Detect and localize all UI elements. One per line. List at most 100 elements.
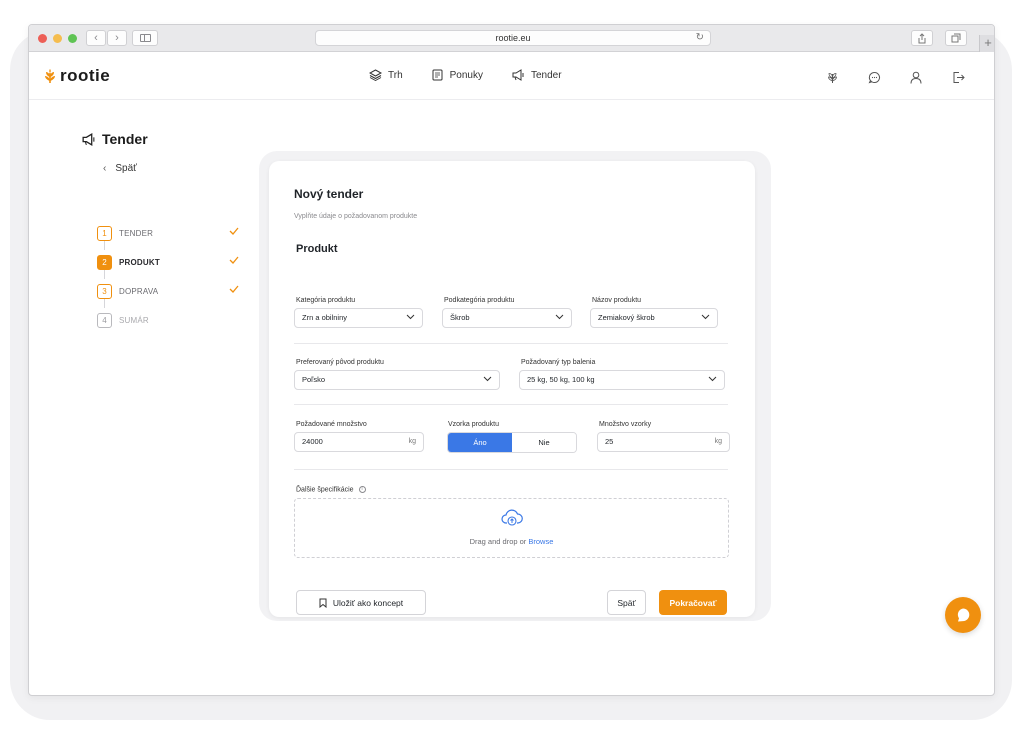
chat-widget-button[interactable] — [945, 597, 981, 633]
address-bar[interactable]: rootie.eu ↻ — [315, 30, 711, 46]
nav-label-ponuky: Ponuky — [449, 69, 483, 81]
sample-toggle: Áno Nie — [447, 432, 577, 453]
step-label: PRODUKT — [119, 258, 160, 267]
share-icon — [918, 33, 926, 44]
bookmark-icon — [319, 598, 327, 608]
divider — [294, 469, 728, 470]
document-icon — [432, 69, 443, 81]
step-number: 3 — [97, 284, 112, 299]
layers-icon — [369, 69, 382, 81]
origin-label: Preferovaný pôvod produktu — [296, 359, 384, 366]
save-draft-button[interactable]: Uložiť ako koncept — [296, 590, 426, 615]
dropzone-prompt: Drag and drop or — [469, 537, 529, 546]
category-select[interactable]: Zrn a obilniny — [294, 308, 423, 328]
chevron-down-icon — [483, 376, 492, 382]
subcategory-select[interactable]: Škrob — [442, 308, 572, 328]
quantity-unit: kg — [408, 438, 416, 445]
nav-label-trh: Trh — [388, 69, 403, 81]
checkmark-icon — [229, 256, 239, 264]
step-number: 2 — [97, 255, 112, 270]
divider — [294, 404, 728, 405]
step-number: 1 — [97, 226, 112, 241]
chevron-right-icon: › — [115, 32, 119, 44]
nav-item-ponuky[interactable]: Ponuky — [431, 69, 483, 81]
quantity-value: 24000 — [302, 437, 323, 446]
sample-quantity-unit: kg — [714, 438, 722, 445]
wheat-icon[interactable] — [824, 69, 840, 85]
stepper: 1 TENDER 2 PRODUKT 3 DOPRAVA 4 SUMÁR — [97, 219, 239, 335]
category-value: Zrn a obilniny — [302, 313, 348, 322]
category-label: Kategória produktu — [296, 297, 356, 304]
user-icon[interactable] — [908, 69, 924, 85]
header-actions — [798, 69, 966, 85]
nav-label-tender: Tender — [531, 69, 562, 81]
continue-button[interactable]: Pokračovať — [659, 590, 727, 615]
subcategory-label: Podkategória produktu — [444, 297, 515, 304]
minimize-window-button[interactable] — [53, 34, 62, 43]
step-sumar[interactable]: 4 SUMÁR — [97, 306, 239, 335]
nav-item-tender[interactable]: Tender — [511, 69, 562, 81]
chevron-down-icon — [555, 314, 564, 320]
nav-item-trh[interactable]: Trh — [369, 69, 403, 81]
specs-label-text: Ďalšie špecifikácie — [296, 486, 354, 494]
step-number: 4 — [97, 313, 112, 328]
tender-form-card: Nový tender Vyplňte údaje o požadovanom … — [269, 161, 755, 617]
close-window-button[interactable] — [38, 34, 47, 43]
checkmark-icon — [229, 285, 239, 293]
logout-icon[interactable] — [950, 69, 966, 85]
specs-label: Ďalšie špecifikácie i — [296, 486, 366, 493]
step-doprava[interactable]: 3 DOPRAVA — [97, 277, 239, 308]
quantity-label: Požadované množstvo — [296, 421, 367, 428]
back-button[interactable]: Späť — [607, 590, 646, 615]
back-link[interactable]: ‹ Späť — [103, 163, 137, 174]
origin-select[interactable]: Poľsko — [294, 370, 500, 390]
browser-sidebar-button[interactable] — [132, 30, 158, 46]
logo-text: rootie — [60, 66, 111, 85]
sidebar-icon — [139, 34, 151, 42]
page-heading: Tender — [81, 131, 148, 147]
sample-quantity-label: Množstvo vzorky — [599, 421, 652, 428]
back-link-label: Späť — [115, 163, 137, 174]
chevron-left-icon: ‹ — [103, 163, 107, 174]
product-name-select[interactable]: Zemiakový škrob — [590, 308, 718, 328]
sample-yes-option[interactable]: Áno — [448, 433, 512, 452]
tabs-overview-button[interactable] — [945, 30, 967, 46]
step-label: SUMÁR — [119, 316, 149, 325]
product-name-label: Názov produktu — [592, 297, 642, 304]
sample-quantity-value: 25 — [605, 437, 614, 446]
file-dropzone[interactable]: Drag and drop or Browse — [294, 498, 729, 558]
wheat-logo-icon — [45, 69, 55, 83]
maximize-window-button[interactable] — [68, 34, 77, 43]
save-draft-label: Uložiť ako koncept — [332, 597, 404, 608]
step-produkt[interactable]: 2 PRODUKT — [97, 248, 239, 279]
browse-link[interactable]: Browse — [528, 537, 553, 546]
megaphone-icon — [82, 132, 95, 146]
packaging-value: 25 kg, 50 kg, 100 kg — [527, 375, 595, 384]
chevron-left-icon: ‹ — [94, 32, 98, 44]
section-title: Produkt — [296, 243, 338, 255]
info-icon[interactable]: i — [358, 486, 366, 493]
quantity-input[interactable]: 24000 kg — [294, 432, 424, 452]
share-button[interactable] — [911, 30, 933, 46]
packaging-label: Požadovaný typ balenia — [521, 359, 596, 366]
cloud-upload-icon — [501, 509, 523, 526]
checkmark-icon — [229, 227, 239, 235]
app-header: rootie Trh Ponuky Tender — [29, 52, 994, 100]
browser-window: ‹ › rootie.eu ↻ + rootie Trh Ponuky Tend… — [28, 24, 995, 696]
browser-back-button[interactable]: ‹ — [86, 30, 106, 46]
logo[interactable]: rootie — [43, 66, 110, 86]
browser-forward-button[interactable]: › — [107, 30, 127, 46]
new-tab-button[interactable]: + — [979, 35, 994, 52]
reload-icon[interactable]: ↻ — [696, 31, 704, 45]
step-tender[interactable]: 1 TENDER — [97, 219, 239, 250]
chevron-down-icon — [708, 376, 717, 382]
packaging-select[interactable]: 25 kg, 50 kg, 100 kg — [519, 370, 725, 390]
sample-quantity-input[interactable]: 25 kg — [597, 432, 730, 452]
tabs-icon — [951, 33, 961, 43]
url-text: rootie.eu — [495, 33, 531, 43]
chevron-down-icon — [406, 314, 415, 320]
sample-no-option[interactable]: Nie — [512, 433, 576, 452]
chat-icon[interactable] — [866, 69, 882, 85]
chat-bubble-icon — [957, 608, 970, 622]
page-title: Tender — [102, 131, 148, 147]
